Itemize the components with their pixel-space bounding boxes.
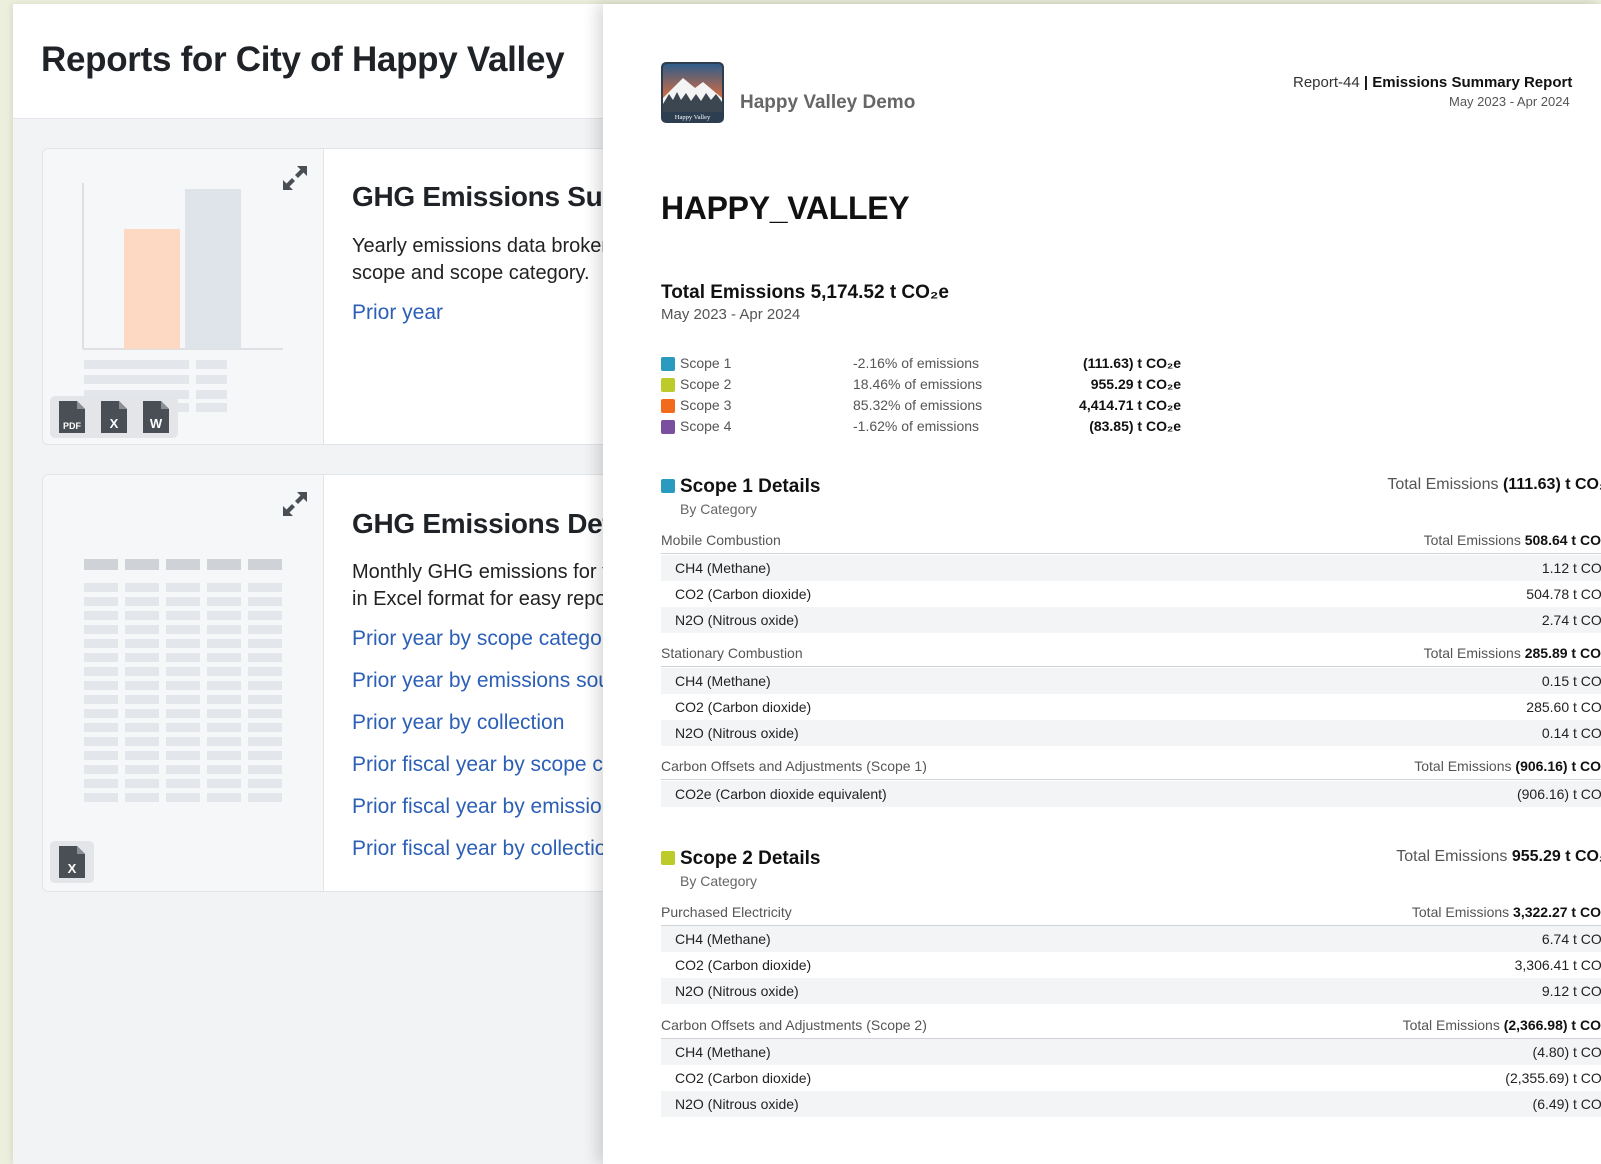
total-emissions-value: 5,174.52 t CO₂e (810, 282, 949, 303)
legend-row-scope-1: Scope 1 -2.16% of emissions (111.63) t C… (661, 354, 1181, 374)
category-total: Total Emissions 285.89 t CO₂e (1423, 645, 1601, 661)
report-card-description-line: scope and scope category. (352, 262, 590, 284)
category-name: Carbon Offsets and Adjustments (Scope 1) (661, 758, 927, 774)
scope-4-swatch (661, 420, 675, 434)
legend-row-scope-3: Scope 3 85.32% of emissions 4,414.71 t C… (661, 396, 1181, 416)
download-options: PDF X W (50, 396, 178, 438)
category-row-stationary-combustion: Stationary Combustion Total Emissions 28… (661, 642, 1601, 667)
word-file-icon[interactable]: W (140, 399, 172, 435)
category-total: Total Emissions (906.16) t CO₂e (1414, 758, 1601, 774)
report-id: Report-44 (1293, 74, 1360, 91)
legend-scope-name: Scope 1 (680, 355, 732, 371)
category-total: Total Emissions 3,322.27 t CO₂e (1411, 904, 1601, 920)
category-name: Carbon Offsets and Adjustments (Scope 2) (661, 1017, 927, 1033)
report-link-prior-fiscal-year-collection[interactable]: Prior fiscal year by collection (352, 837, 618, 861)
gas-row: CO2 (Carbon dioxide)285.60 t CO₂e (675, 699, 1601, 715)
excel-file-icon[interactable]: X (56, 844, 88, 880)
scope-1-details-heading: Scope 1 Details (661, 476, 820, 498)
scope-2-swatch (661, 851, 675, 865)
report-preview[interactable]: Happy Valley Happy Valley Demo Report-44… (603, 4, 1601, 1164)
total-emissions-period: May 2023 - Apr 2024 (661, 306, 801, 323)
report-thumbnail: PDF X W (43, 149, 324, 444)
gas-row: CH4 (Methane)(4.80) t CO₂e (661, 1039, 1601, 1065)
gas-row: CO2e (Carbon dioxide equivalent) (906.16)… (661, 781, 1601, 807)
category-row-mobile-combustion: Mobile Combustion Total Emissions 508.64… (661, 529, 1601, 554)
table-thumbnail-icon (84, 559, 282, 802)
happy-valley-logo: Happy Valley (661, 62, 724, 123)
legend-scope-value: (83.85) t CO₂e (1089, 418, 1181, 434)
expand-icon[interactable] (279, 162, 311, 194)
legend-scope-name: Scope 4 (680, 418, 732, 434)
report-card-summary: PDF X W GHG Emissions Summary Yearly emi… (42, 148, 664, 445)
report-link-prior-year-emissions-source[interactable]: Prior year by emissions source (352, 669, 639, 693)
total-emissions-label: Total Emissions (661, 282, 806, 303)
legend-scope-percent: -1.62% of emissions (853, 418, 980, 434)
scope-1-swatch (661, 479, 675, 493)
scope-subtitle: By Category (680, 501, 758, 517)
gas-row: CH4 (Methane)1.12 t CO₂e (661, 555, 1601, 581)
pdf-file-label: PDF (63, 421, 82, 431)
legend-row-scope-4: Scope 4 -1.62% of emissions (83.85) t CO… (661, 417, 1181, 437)
legend-scope-name: Scope 3 (680, 397, 732, 413)
gas-row: CO2 (Carbon dioxide)3,306.41 t CO₂e (675, 957, 1601, 973)
legend-scope-percent: -2.16% of emissions (853, 355, 980, 371)
scope-2-details-heading: Scope 2 Details (661, 848, 820, 870)
gas-row: CH4 (Methane)6.74 t CO₂e (661, 926, 1601, 952)
gas-row: CO2 (Carbon dioxide)(2,355.69) t CO₂e (675, 1070, 1601, 1086)
legend-scope-percent: 18.46% of emissions (853, 376, 983, 392)
scope-2-swatch (661, 378, 675, 392)
report-thumbnail: X (43, 475, 324, 891)
category-name: Stationary Combustion (661, 645, 803, 661)
report-link-prior-year[interactable]: Prior year (352, 301, 443, 325)
report-name: Emissions Summary Report (1372, 74, 1573, 91)
category-total: Total Emissions (2,366.98) t CO₂e (1402, 1017, 1601, 1033)
report-title: HAPPY_VALLEY (661, 190, 910, 226)
legend-scope-name: Scope 2 (680, 376, 732, 392)
category-name: Mobile Combustion (661, 532, 781, 548)
report-link-prior-year-collection[interactable]: Prior year by collection (352, 711, 564, 735)
excel-file-label: X (68, 861, 77, 876)
scope-1-total: Total Emissions (111.63) t CO₂e (1387, 476, 1601, 493)
legend-scope-value: 955.29 t CO₂e (1090, 376, 1181, 392)
excel-file-icon[interactable]: X (98, 399, 130, 435)
gas-row: N2O (Nitrous oxide)9.12 t CO₂e (661, 978, 1601, 1004)
download-options: X (50, 841, 94, 883)
svg-text:Happy Valley: Happy Valley (675, 114, 711, 121)
excel-file-label: X (110, 416, 119, 431)
gas-row: N2O (Nitrous oxide)2.74 t CO₂e (661, 607, 1601, 633)
scope-2-total: Total Emissions 955.29 t CO₂e (1396, 848, 1601, 865)
organization-name: Happy Valley Demo (740, 92, 916, 113)
scope-subtitle: By Category (680, 873, 758, 889)
gas-row: CO2 (Carbon dioxide)504.78 t CO₂e (675, 586, 1601, 602)
category-total: Total Emissions 508.64 t CO₂e (1423, 532, 1601, 548)
legend-scope-value: (111.63) t CO₂e (1082, 355, 1181, 371)
legend-scope-value: 4,414.71 t CO₂e (1079, 397, 1181, 413)
category-name: Purchased Electricity (661, 904, 792, 920)
category-row-carbon-offsets-scope-1: Carbon Offsets and Adjustments (Scope 1)… (661, 755, 1601, 780)
category-row-carbon-offsets-scope-2: Carbon Offsets and Adjustments (Scope 2)… (661, 1014, 1601, 1039)
report-link-prior-year-scope-category[interactable]: Prior year by scope category (352, 627, 619, 651)
category-row-purchased-electricity: Purchased Electricity Total Emissions 3,… (661, 901, 1601, 926)
gas-row: N2O (Nitrous oxide)(6.49) t CO₂e (661, 1091, 1601, 1117)
report-heading: Report-44 | Emissions Summary Report (1293, 74, 1572, 91)
legend-scope-percent: 85.32% of emissions (853, 397, 983, 413)
gas-row: N2O (Nitrous oxide)0.14 t CO₂e (661, 720, 1601, 746)
scope-3-swatch (661, 399, 675, 413)
report-separator: | (1363, 74, 1369, 91)
report-period: May 2023 - Apr 2024 (1449, 94, 1570, 109)
report-card-details: X GHG Emissions Details Monthly GHG emis… (42, 474, 664, 892)
legend-row-scope-2: Scope 2 18.46% of emissions 955.29 t CO₂… (661, 375, 1181, 395)
expand-icon[interactable] (279, 488, 311, 520)
page-title: Reports for City of Happy Valley (41, 40, 565, 79)
total-emissions: Total Emissions 5,174.52 t CO₂e (661, 282, 949, 304)
scope-1-swatch (661, 357, 675, 371)
pdf-file-icon[interactable]: PDF (56, 399, 88, 435)
gas-row: CH4 (Methane)0.15 t CO₂e (661, 668, 1601, 694)
word-file-label: W (150, 416, 163, 431)
